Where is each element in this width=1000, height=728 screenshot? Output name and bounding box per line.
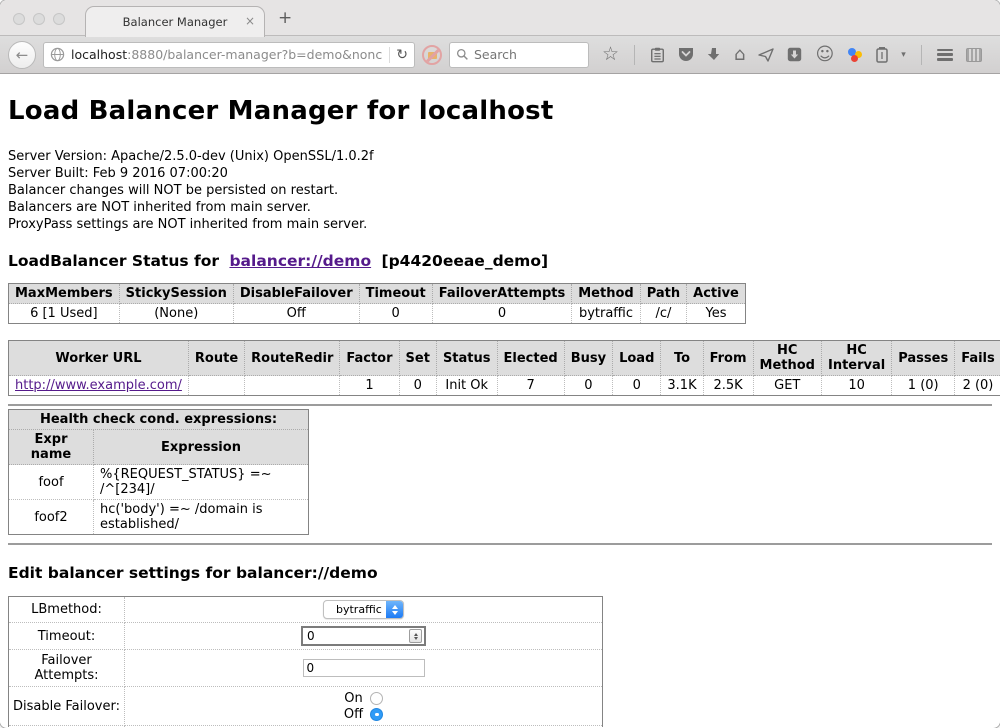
search-box[interactable]: [449, 42, 589, 68]
minimize-window-button[interactable]: [33, 13, 45, 25]
zoom-window-button[interactable]: [53, 13, 65, 25]
window-controls[interactable]: [13, 13, 65, 25]
timeout-row: Timeout:: [9, 623, 603, 650]
tab-bar: Balancer Manager × +: [0, 0, 1000, 36]
worker-status-table: Worker URL Route RouteRedir Factor Set S…: [8, 340, 1000, 396]
table-header-row: Worker URL Route RouteRedir Factor Set S…: [9, 341, 1000, 376]
sticky-session-row: Sticky Session: (Use '-' to delete): [9, 726, 603, 728]
container-icon[interactable]: [876, 47, 888, 63]
separator: [921, 45, 922, 65]
table-header-row: Expr name Expression: [9, 430, 309, 465]
disable-failover-row: Disable Failover: On Off: [9, 687, 603, 726]
loadbalancer-status-heading: LoadBalancer Status for balancer://demo …: [8, 252, 992, 270]
page-content: Load Balancer Manager for localhost Serv…: [0, 74, 1000, 727]
globe-icon: [50, 47, 65, 62]
select-stepper-icon: [386, 601, 403, 618]
failover-on-radio[interactable]: [370, 692, 383, 705]
reload-button[interactable]: ↻: [389, 47, 408, 63]
close-window-button[interactable]: [13, 13, 25, 25]
back-button[interactable]: ←: [8, 41, 36, 69]
on-label: On: [344, 691, 362, 706]
timeout-input-wrap: [301, 626, 426, 646]
pocket-icon[interactable]: [678, 47, 694, 62]
disable-failover-label: Disable Failover:: [9, 687, 125, 726]
balancer-demo-link[interactable]: balancer://demo: [229, 252, 371, 270]
home-icon[interactable]: ⌂: [734, 46, 745, 64]
navigation-toolbar: ← localhost:8880/balancer-manager?b=demo…: [0, 36, 1000, 74]
menu-hamburger-icon[interactable]: [937, 49, 953, 61]
bookmarks-clipboard-icon[interactable]: [650, 47, 665, 63]
send-icon[interactable]: [758, 48, 774, 62]
failover-off-radio[interactable]: [370, 708, 383, 721]
lbmethod-select[interactable]: bytraffic: [323, 600, 404, 619]
toolbar-icons: ☆ ⌂ ☺ ▾: [602, 45, 982, 65]
failover-attempts-row: Failover Attempts:: [9, 650, 603, 687]
chat-smiley-icon[interactable]: ☺: [815, 46, 834, 64]
section-divider: [8, 404, 992, 406]
overflow-caret-icon[interactable]: ▾: [901, 50, 906, 60]
failover-attempts-input[interactable]: [303, 659, 425, 677]
server-built-line: Server Built: Feb 9 2016 07:00:20: [8, 165, 992, 182]
tab-title: Balancer Manager: [123, 15, 228, 29]
lbmethod-label: LBmethod:: [9, 597, 125, 623]
edit-balancer-form: LBmethod: bytraffic Timeout:: [8, 596, 603, 727]
search-input[interactable]: [474, 47, 574, 62]
table-row: 6 [1 Used] (None) Off 0 0 bytraffic /c/ …: [9, 304, 746, 324]
health-check-table: Health check cond. expressions: Expr nam…: [8, 409, 309, 535]
table-header-row: MaxMembers StickySession DisableFailover…: [9, 284, 746, 304]
timeout-input[interactable]: [307, 629, 409, 643]
download-icon[interactable]: [707, 47, 721, 62]
new-tab-button[interactable]: +: [278, 8, 292, 28]
server-version-line: Server Version: Apache/2.5.0-dev (Unix) …: [8, 148, 992, 165]
colored-dots-extension-icon[interactable]: [847, 47, 863, 63]
adblock-icon[interactable]: [422, 45, 442, 65]
inherit-note-line: Balancers are NOT inherited from main se…: [8, 199, 992, 216]
server-info: Server Version: Apache/2.5.0-dev (Unix) …: [8, 148, 992, 233]
off-label: Off: [344, 707, 363, 722]
search-icon: [456, 48, 469, 61]
page-title: Load Balancer Manager for localhost: [8, 74, 992, 126]
table-row: http://www.example.com/ 1 0 Init Ok 7 0 …: [9, 376, 1000, 396]
tab-balancer-manager[interactable]: Balancer Manager ×: [85, 6, 265, 37]
url-bar[interactable]: localhost:8880/balancer-manager?b=demo&n…: [43, 42, 415, 68]
lbmethod-row: LBmethod: bytraffic: [9, 597, 603, 623]
balancer-status-table: MaxMembers StickySession DisableFailover…: [8, 283, 746, 324]
browser-window: Balancer Manager × + ← localhost:8880/ba…: [0, 0, 1000, 728]
table-row: foof2 hc('body') =~ /domain is establish…: [9, 500, 309, 535]
proxypass-note-line: ProxyPass settings are NOT inherited fro…: [8, 216, 992, 233]
url-text[interactable]: localhost:8880/balancer-manager?b=demo&n…: [71, 47, 383, 62]
health-check-title: Health check cond. expressions:: [9, 410, 309, 430]
section-divider: [8, 543, 992, 545]
back-icon: ←: [16, 46, 29, 64]
separator: [634, 45, 635, 65]
number-spinner-icon[interactable]: [409, 629, 422, 643]
sticky-session-label: Sticky Session:: [9, 726, 125, 728]
extension-download-icon[interactable]: [787, 47, 802, 62]
tab-close-icon[interactable]: ×: [245, 14, 255, 28]
timeout-label: Timeout:: [9, 623, 125, 650]
failover-attempts-label: Failover Attempts:: [9, 650, 125, 687]
table-row: foof %{REQUEST_STATUS} =~ /^[234]/: [9, 465, 309, 500]
persist-note-line: Balancer changes will NOT be persisted o…: [8, 182, 992, 199]
edit-balancer-heading: Edit balancer settings for balancer://de…: [8, 564, 992, 582]
bookmark-star-icon[interactable]: ☆: [602, 45, 619, 64]
worker-url-link[interactable]: http://www.example.com/: [15, 378, 182, 393]
table-caption-row: Health check cond. expressions:: [9, 410, 309, 430]
grid-extension-icon[interactable]: [966, 48, 982, 62]
